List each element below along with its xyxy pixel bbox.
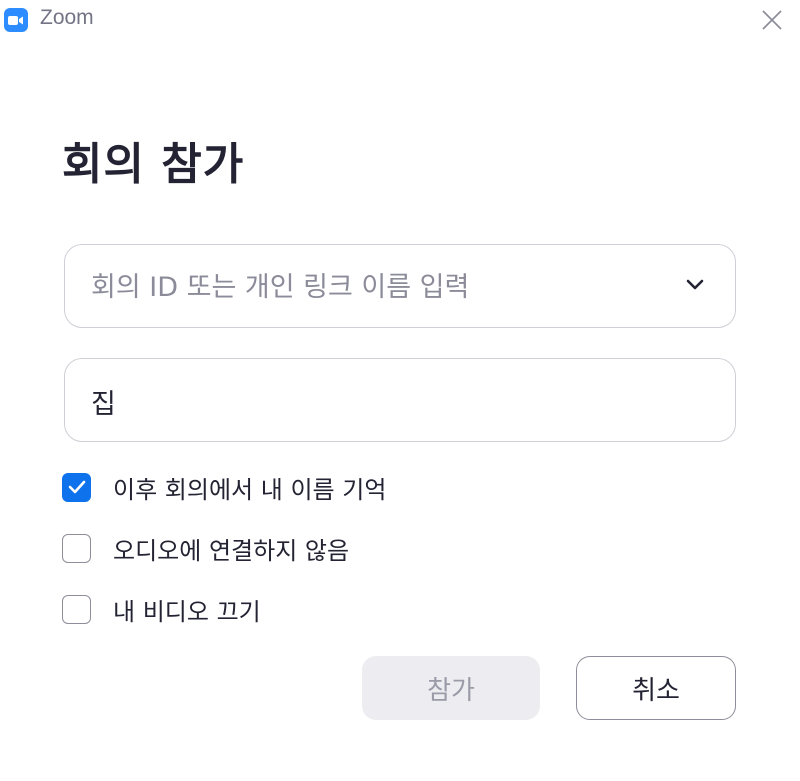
page-title: 회의 참가 <box>62 139 245 190</box>
window-title: Zoom <box>40 6 94 29</box>
meeting-id-input[interactable] <box>89 245 673 329</box>
checkmark-icon <box>68 480 85 494</box>
meeting-id-dropdown-button[interactable] <box>683 273 707 297</box>
no-audio-label: 오디오에 연결하지 않음 <box>113 536 350 565</box>
meeting-id-combobox[interactable] <box>64 244 736 329</box>
close-button[interactable] <box>756 4 788 36</box>
title-bar: Zoom <box>0 0 800 40</box>
chevron-down-icon <box>686 279 704 290</box>
join-button[interactable]: 참가 <box>362 656 540 720</box>
no-audio-checkbox[interactable] <box>62 533 91 563</box>
remember-name-option[interactable]: 이후 회의에서 내 이름 기억 <box>62 470 386 504</box>
video-off-checkbox[interactable] <box>62 594 91 624</box>
display-name-field[interactable] <box>64 358 736 443</box>
zoom-camera-icon <box>4 8 28 32</box>
remember-name-checkbox[interactable] <box>62 472 91 502</box>
cancel-button[interactable]: 취소 <box>576 656 736 720</box>
video-off-option[interactable]: 내 비디오 끄기 <box>62 592 261 626</box>
video-off-label: 내 비디오 끄기 <box>113 597 261 626</box>
remember-name-label: 이후 회의에서 내 이름 기억 <box>113 475 387 504</box>
close-icon <box>762 10 782 30</box>
no-audio-option[interactable]: 오디오에 연결하지 않음 <box>62 531 349 565</box>
display-name-input[interactable] <box>89 359 673 443</box>
